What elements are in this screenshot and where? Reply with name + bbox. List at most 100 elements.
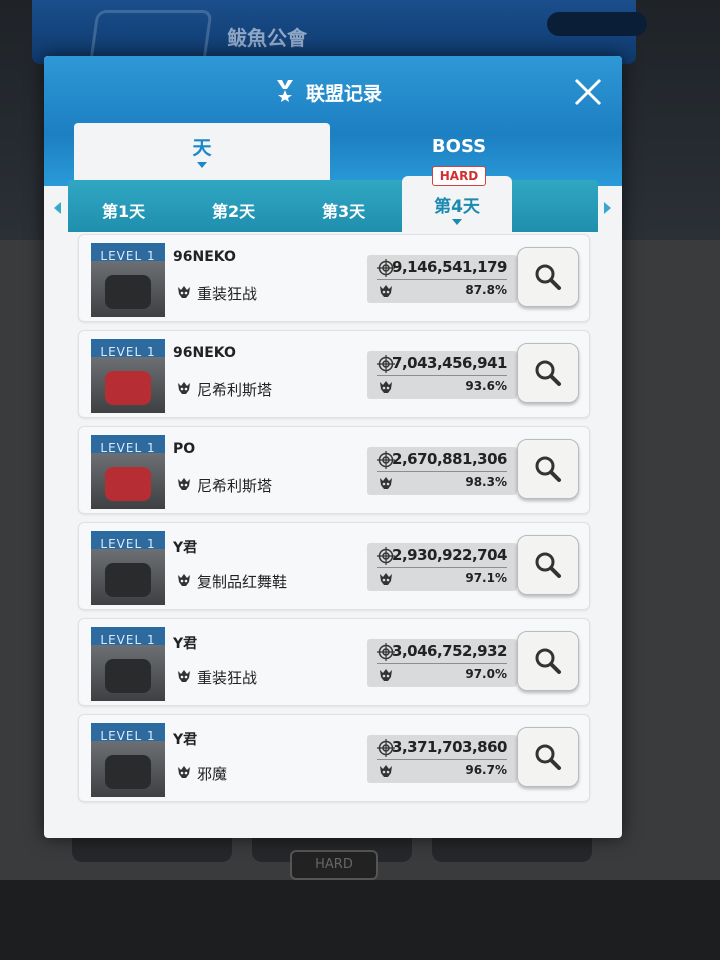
boss-skull-icon (177, 668, 191, 687)
boss-name: 邪魔 (197, 765, 228, 783)
boss-level-label: LEVEL 1 (100, 441, 156, 455)
damage-stats: 7,043,456,941 93.6% (367, 351, 517, 399)
damage-stats: 2,930,922,704 97.1% (367, 543, 517, 591)
player-name: Y君 (173, 732, 198, 748)
stats-divider (377, 567, 507, 568)
player-name: Y君 (173, 540, 198, 556)
boss-figure (105, 371, 151, 405)
damage-value: 3,371,703,860 (392, 738, 507, 756)
header-pill (547, 12, 647, 36)
view-detail-button[interactable] (517, 727, 579, 787)
view-detail-button[interactable] (517, 439, 579, 499)
view-detail-button[interactable] (517, 343, 579, 403)
player-name: 96NEKO (173, 345, 236, 361)
tab-day-1[interactable]: 第1天 (102, 198, 145, 222)
boss-portrait: LEVEL 1 (91, 435, 165, 509)
tab-day-2[interactable]: 第2天 (212, 198, 255, 222)
boss-skull-icon (177, 284, 191, 303)
player-name: PO (173, 441, 196, 457)
boss-name: 重装狂战 (197, 669, 258, 687)
boss-name-wrap: 尼希利斯塔 (177, 475, 272, 496)
tab-day-4-label: 第4天 (434, 197, 480, 217)
dialog-title-wrap: 联盟记录 (274, 78, 382, 106)
dialog-title: 联盟记录 (306, 82, 383, 105)
footer-tab-left (72, 836, 232, 862)
trophy-star-icon (274, 78, 296, 106)
boss-name: 尼希利斯塔 (197, 381, 273, 399)
day-tabs-bar: 第1天 第2天 第3天 (68, 180, 598, 232)
hard-badge: HARD (432, 166, 486, 186)
stats-divider (377, 663, 507, 664)
damage-percent: 98.3% (465, 475, 507, 489)
boss-level-label: LEVEL 1 (100, 537, 156, 551)
boss-skull-icon (379, 763, 393, 782)
boss-portrait: LEVEL 1 (91, 339, 165, 413)
tab-day[interactable]: 天 (74, 123, 330, 186)
damage-percent: 93.6% (465, 379, 507, 393)
tab-boss[interactable]: BOSS (384, 136, 534, 157)
background-footer (0, 880, 720, 960)
record-row: LEVEL 1 PO 尼希利斯塔 2,670,881,306 98.3% (78, 426, 590, 514)
footer-hard-label: HARD (290, 850, 378, 880)
boss-level-label: LEVEL 1 (100, 345, 156, 359)
record-row: LEVEL 1 Y君 重装狂战 3,046,752,932 97.0% (78, 618, 590, 706)
boss-figure (105, 563, 151, 597)
guild-header: 鲅魚公會 (32, 0, 647, 76)
close-icon[interactable] (570, 74, 606, 110)
boss-skull-icon (177, 572, 191, 591)
boss-name-wrap: 复制品红舞鞋 (177, 571, 287, 592)
boss-skull-icon (177, 476, 191, 495)
damage-value: 9,146,541,179 (392, 258, 507, 276)
damage-percent: 97.1% (465, 571, 507, 585)
stats-divider (377, 375, 507, 376)
boss-level-label: LEVEL 1 (100, 633, 156, 647)
boss-portrait: LEVEL 1 (91, 723, 165, 797)
boss-skull-icon (379, 283, 393, 302)
search-icon (535, 552, 561, 578)
record-row: LEVEL 1 Y君 复制品红舞鞋 2,930,922,704 97.1% (78, 522, 590, 610)
damage-stats: 3,371,703,860 96.7% (367, 735, 517, 783)
tab-day-3[interactable]: 第3天 (322, 198, 365, 222)
scroll-right-icon[interactable] (604, 202, 611, 214)
boss-figure (105, 467, 151, 501)
boss-skull-icon (379, 571, 393, 590)
record-row: LEVEL 1 96NEKO 尼希利斯塔 7,043,456,941 93.6% (78, 330, 590, 418)
scroll-left-icon[interactable] (54, 202, 61, 214)
tab-day-indicator-icon (197, 162, 207, 168)
dialog-header: 联盟记录 天 BOSS (44, 56, 622, 186)
view-detail-button[interactable] (517, 247, 579, 307)
player-name: Y君 (173, 636, 198, 652)
boss-skull-icon (379, 379, 393, 398)
boss-skull-icon (177, 380, 191, 399)
player-name: 96NEKO (173, 249, 236, 265)
boss-figure (105, 659, 151, 693)
damage-value: 2,670,881,306 (392, 450, 507, 468)
search-icon (535, 744, 561, 770)
damage-stats: 3,046,752,932 97.0% (367, 639, 517, 687)
boss-name-wrap: 重装狂战 (177, 667, 257, 688)
boss-name-wrap: 重装狂战 (177, 283, 257, 304)
search-icon (535, 456, 561, 482)
damage-percent: 87.8% (465, 283, 507, 297)
boss-figure (105, 275, 151, 309)
boss-name-wrap: 邪魔 (177, 763, 227, 784)
damage-stats: 9,146,541,179 87.8% (367, 255, 517, 303)
search-icon (535, 264, 561, 290)
boss-name: 尼希利斯塔 (197, 477, 273, 495)
view-detail-button[interactable] (517, 535, 579, 595)
boss-portrait: LEVEL 1 (91, 243, 165, 317)
stats-divider (377, 279, 507, 280)
boss-skull-icon (379, 475, 393, 494)
stats-divider (377, 471, 507, 472)
tab-day-4-indicator-icon (452, 219, 462, 225)
tab-day-label: 天 (192, 137, 212, 159)
damage-percent: 97.0% (465, 667, 507, 681)
damage-value: 3,046,752,932 (392, 642, 507, 660)
record-list: LEVEL 1 96NEKO 重装狂战 9,146,541,179 87.8% … (78, 234, 590, 810)
boss-name-wrap: 尼希利斯塔 (177, 379, 272, 400)
footer-tab-right (432, 836, 592, 862)
boss-name: 复制品红舞鞋 (197, 573, 288, 591)
damage-stats: 2,670,881,306 98.3% (367, 447, 517, 495)
view-detail-button[interactable] (517, 631, 579, 691)
stats-divider (377, 759, 507, 760)
